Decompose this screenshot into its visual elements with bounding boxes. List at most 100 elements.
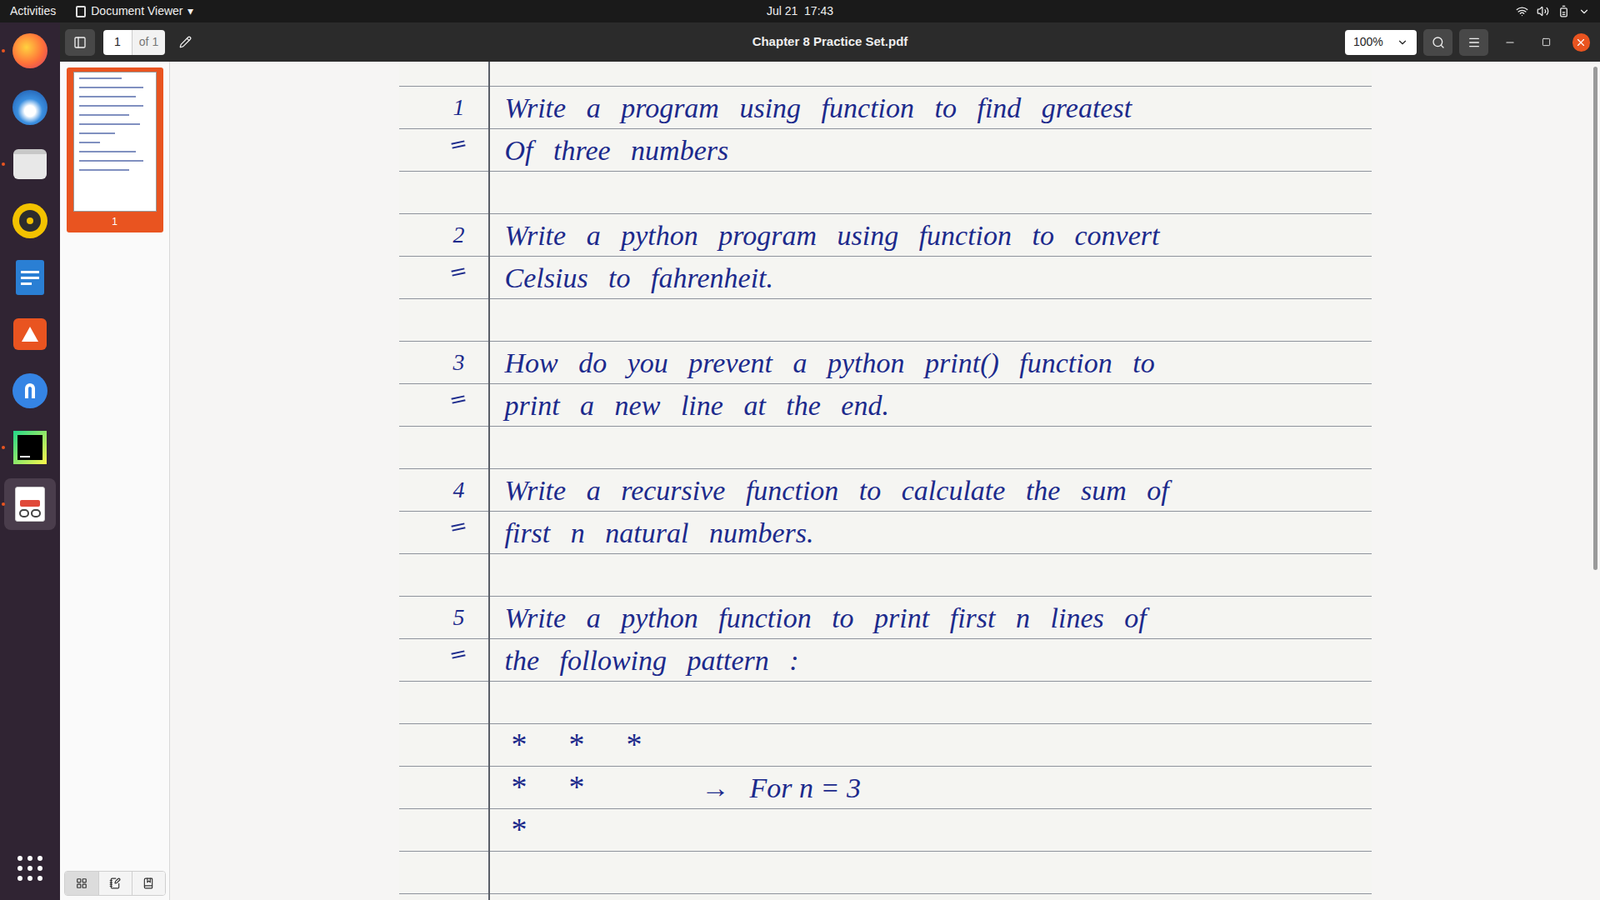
pattern-row: *: [488, 810, 528, 851]
document-area: 1 Write a program using function to find …: [170, 61, 1600, 900]
dock-item[interactable]: [0, 192, 60, 250]
pattern-note: →For n = 3: [701, 770, 861, 809]
sidebar-tab[interactable]: [131, 871, 165, 895]
document-viewer-window: 1of 1Chapter 8 Practice Set.pdf100%11Wri…: [60, 22, 1600, 900]
volume-icon: [1536, 5, 1550, 18]
sidebar: 1: [60, 61, 170, 900]
dropdown-icon: [1396, 36, 1409, 49]
menu-icon: [1467, 35, 1481, 50]
app-menu[interactable]: Document Viewer▾: [75, 2, 194, 20]
page-thumbnail[interactable]: 1: [66, 67, 164, 233]
underline-mark: [450, 140, 465, 149]
app-menu-icon: [75, 5, 86, 18]
thunderbird-icon: [11, 89, 49, 126]
question-text: Celsius to fahrenheit.: [488, 260, 775, 299]
show-apps-button[interactable]: [0, 840, 60, 897]
top-bar: Activities Document Viewer▾ Jul 21 17:43: [0, 0, 1600, 23]
sidebar-tab[interactable]: [98, 871, 132, 895]
search-icon: [1431, 35, 1445, 50]
notebook-line: *: [399, 809, 1372, 852]
sidebar-toggle[interactable]: [65, 29, 95, 56]
underline-mark: [450, 267, 465, 276]
running-indicator: [1, 445, 5, 450]
rhythmbox-icon: [11, 202, 49, 240]
question-text: Write a python program using function to…: [488, 217, 1160, 256]
maximize-icon: [1541, 37, 1551, 47]
window-title: Chapter 8 Practice Set.pdf: [320, 32, 1340, 52]
annotate-button[interactable]: [170, 29, 200, 56]
writer-icon: [11, 259, 49, 296]
system-menu-icon[interactable]: [1578, 5, 1590, 18]
question-text: Write a program using function to find g…: [488, 90, 1133, 129]
grid-icon: [17, 855, 43, 881]
notebook-line: [399, 851, 1372, 895]
notebook-line: [399, 299, 1372, 342]
dock-item[interactable]: [0, 419, 60, 476]
question-text: the following pattern :: [488, 642, 800, 681]
notebook-line: Of three numbers: [399, 129, 1372, 172]
dock-item[interactable]: [0, 135, 60, 193]
sidebar-icon: [73, 35, 87, 50]
activities-button[interactable]: Activities: [10, 2, 56, 20]
desktop: ActivitiesDocument Viewer▾Jul 21 17:431o…: [0, 0, 1600, 900]
underline-mark: [450, 522, 465, 531]
wifi-icon: [1515, 5, 1529, 18]
close-icon: [1575, 36, 1587, 49]
notebook-line: print a new line at the end.: [399, 384, 1372, 427]
notebook-line: the following pattern :: [399, 639, 1372, 682]
minimize-button[interactable]: [1495, 29, 1525, 56]
search-button[interactable]: [1423, 29, 1453, 56]
dock-item[interactable]: [0, 305, 60, 363]
maximize-button[interactable]: [1530, 29, 1560, 56]
document-viewer-icon: [11, 485, 49, 523]
zoom-combo[interactable]: 100%: [1345, 30, 1417, 55]
notebook-line: [399, 171, 1372, 215]
notebook-line: 2 Write a python program using function t…: [399, 214, 1372, 257]
software-icon: [11, 315, 49, 353]
minimize-icon: [1504, 36, 1516, 49]
notebook-line: 1 Write a program using function to find …: [399, 86, 1372, 130]
notebook-line: first n natural numbers.: [399, 511, 1372, 555]
question-number: 2: [453, 217, 465, 253]
close-button[interactable]: [1572, 33, 1590, 52]
dock-item[interactable]: [0, 362, 60, 420]
clock[interactable]: Jul 21 17:43: [766, 2, 834, 20]
notebook-line: [399, 61, 1372, 87]
question-number: 5: [453, 600, 465, 635]
firefox-icon: [11, 32, 49, 70]
notebook-line: 4Write a recursive function to calculate…: [399, 469, 1372, 512]
scrollbar[interactable]: [1593, 66, 1598, 570]
files-icon: [11, 145, 49, 183]
page-entry[interactable]: 1: [103, 30, 132, 55]
header-bar: 1of 1 Chapter 8 Practice Set.pdf100%: [60, 22, 1600, 62]
margin-line: [488, 61, 490, 900]
battery-icon: [1557, 5, 1570, 18]
question-text: How do you prevent a python print() func…: [488, 345, 1155, 384]
notebook-line: Celsius to fahrenheit.: [399, 256, 1372, 300]
pattern-row: ***: [488, 725, 643, 766]
question-text: Write a python function to print first n…: [488, 600, 1147, 639]
notebook-line: 3 How do you prevent a python print() fun…: [399, 341, 1372, 385]
running-indicator: [1, 49, 5, 53]
dock-item[interactable]: [0, 249, 60, 306]
notebook-line: [399, 681, 1372, 725]
notebook-line: [399, 426, 1372, 470]
dock-item[interactable]: [0, 22, 60, 80]
question-number: 3: [453, 345, 465, 380]
pycharm-icon: [11, 429, 49, 466]
question-number: 1: [453, 90, 465, 125]
help-icon: [11, 372, 49, 410]
menu-button[interactable]: [1459, 29, 1489, 56]
dock: [0, 22, 60, 900]
dock-item[interactable]: [0, 475, 60, 533]
page: 1 Write a program using function to find …: [399, 61, 1372, 900]
sidebar-tab[interactable]: [65, 871, 99, 895]
page-count: of 1: [131, 30, 165, 55]
question-text: Write a recursive function to calculate …: [488, 472, 1170, 511]
sidebar-tabs: [60, 866, 170, 900]
underline-mark: [450, 650, 465, 659]
pencil-icon: [179, 35, 192, 49]
dock-item[interactable]: [0, 79, 60, 136]
running-indicator: [1, 162, 5, 166]
running-indicator: [1, 502, 5, 506]
